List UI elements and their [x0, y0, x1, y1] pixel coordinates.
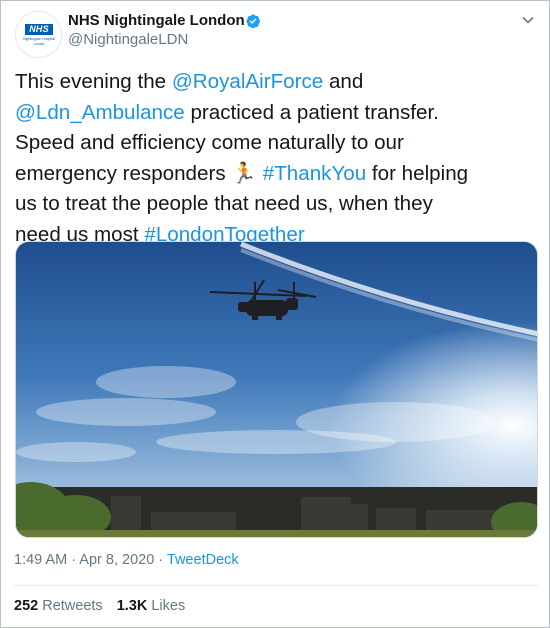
tweet-card: NHS Nightingale Hospital London NHS Nigh…: [0, 0, 550, 628]
meta-separator-2: ·: [154, 552, 167, 568]
tweet-text: This evening the @RoyalAirForce and @Ldn_…: [15, 67, 543, 250]
avatar-subtitle: Nightingale Hospital: [23, 37, 55, 41]
avatar-subtitle-2: London: [33, 42, 45, 46]
tweet-text-line: @Ldn_Ambulance practiced a patient trans…: [15, 98, 543, 129]
chevron-down-icon[interactable]: [521, 13, 535, 27]
tweet-text-segment: emergency responders: [15, 161, 232, 185]
tweet-text-segment: Speed and efficiency come naturally to o…: [15, 131, 404, 154]
tweet-photo[interactable]: [15, 241, 538, 538]
runner-emoji-icon: 🏃: [231, 161, 258, 185]
author-name[interactable]: NHS Nightingale London: [68, 12, 245, 30]
likes-count: 1.3K: [116, 598, 148, 614]
tweet-source-link[interactable]: TweetDeck: [167, 552, 239, 568]
avatar[interactable]: NHS Nightingale Hospital London: [15, 11, 62, 58]
tweet-text-line: This evening the @RoyalAirForce and: [15, 67, 543, 98]
divider: [14, 585, 538, 586]
mention-link[interactable]: @RoyalAirForce: [172, 70, 323, 93]
likes-stat[interactable]: 1.3K Likes: [117, 598, 186, 614]
tweet-text-segment: practiced a patient transfer.: [184, 100, 439, 124]
nhs-logo: NHS: [25, 24, 53, 35]
tweet-text-line: Speed and efficiency come naturally to o…: [15, 128, 543, 159]
retweets-label: Retweets: [42, 598, 103, 614]
tweet-date[interactable]: Apr 8, 2020: [79, 552, 154, 568]
verified-badge-icon: [246, 14, 260, 29]
likes-label: Likes: [151, 598, 186, 614]
hashtag-link[interactable]: #ThankYou: [263, 162, 366, 185]
tweet-text-segment: for helping: [366, 161, 469, 185]
meta-separator: ·: [67, 552, 80, 568]
tweet-text-line: us to treat the people that need us, whe…: [15, 189, 543, 220]
retweets-stat[interactable]: 252 Retweets: [14, 598, 103, 614]
tweet-text-segment: and: [323, 70, 364, 93]
mention-link[interactable]: @Ldn_Ambulance: [15, 101, 185, 124]
tweet-text-segment: us to treat the people that need us, whe…: [15, 192, 433, 215]
tweet-time[interactable]: 1:49 AM: [14, 552, 67, 568]
tweet-stats: 252 Retweets 1.3K Likes: [14, 597, 185, 615]
retweets-count: 252: [14, 598, 39, 614]
tweet-text-segment: This evening the: [15, 70, 172, 93]
tweet-text-line: emergency responders 🏃 #ThankYou for hel…: [15, 159, 543, 190]
author-handle[interactable]: @NightingaleLDN: [68, 31, 188, 49]
tweet-meta: 1:49 AM · Apr 8, 2020 · TweetDeck: [14, 551, 239, 569]
